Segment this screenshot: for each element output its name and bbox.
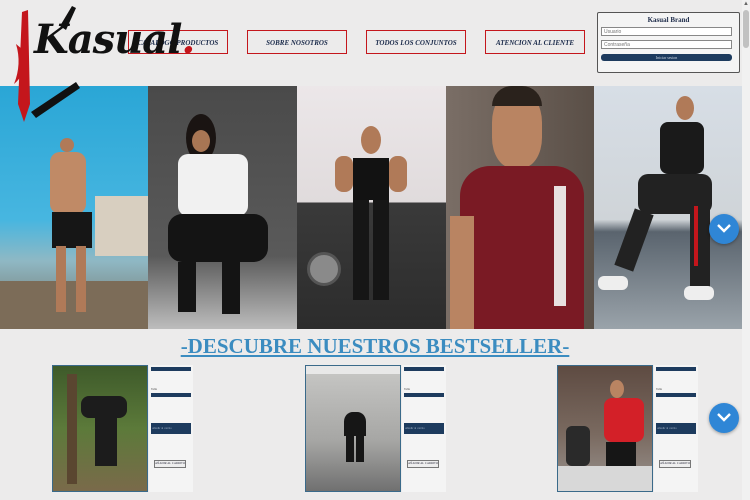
chevron-down-icon — [717, 413, 731, 422]
hero-photo-strip — [0, 86, 742, 329]
product-select-button[interactable]: Añadir al carrito — [656, 423, 696, 434]
product-mini-label: Talla — [656, 387, 662, 391]
hero-photo-2[interactable] — [148, 86, 297, 329]
add-to-cart-button[interactable]: AÑADIR AL CARRITO — [407, 460, 439, 468]
login-box: Kasual Brand Iniciar sesion — [597, 12, 740, 73]
product-price-bar — [151, 393, 191, 397]
product-mini-label: Talla — [151, 387, 157, 391]
nav-sobre-nosotros[interactable]: SOBRE NOSOTROS — [247, 30, 347, 54]
product-price-bar — [656, 393, 696, 397]
nav-atencion-al-cliente[interactable]: ATENCION AL CLIENTE — [485, 30, 585, 54]
header: Kasual. CATALOGO PRODUCTOS SOBRE NOSOTRO… — [0, 0, 742, 122]
product-image[interactable] — [305, 365, 401, 492]
hero-photo-1[interactable] — [0, 86, 148, 329]
password-field[interactable] — [601, 40, 732, 49]
product-panel: Talla Añadir al carrito AÑADIR AL CARRIT… — [402, 365, 446, 492]
product-select-button[interactable]: Añadir al carrito — [151, 423, 191, 434]
product-image[interactable] — [52, 365, 148, 492]
product-mini-label: Talla — [404, 387, 410, 391]
product-image[interactable] — [557, 365, 653, 492]
product-panel: Talla Añadir al carrito AÑADIR AL CARRIT… — [149, 365, 193, 492]
scroll-up-icon[interactable]: ▲ — [742, 0, 750, 8]
product-price-bar — [404, 393, 444, 397]
login-button[interactable]: Iniciar sesion — [601, 54, 732, 61]
username-field[interactable] — [601, 27, 732, 36]
logo-wordmark: Kasual. — [34, 16, 195, 63]
brand-logo[interactable]: Kasual. — [6, 4, 195, 122]
product-panel: Talla Añadir al carrito AÑADIR AL CARRIT… — [654, 365, 698, 492]
hero-photo-4[interactable] — [446, 86, 594, 329]
page-scrollbar[interactable]: ▲ — [742, 0, 750, 500]
nav-todos-los-conjuntos[interactable]: TODOS LOS CONJUNTOS — [366, 30, 466, 54]
product-name-bar — [151, 367, 191, 371]
product-name-bar — [656, 367, 696, 371]
bestseller-title[interactable]: -DESCUBRE NUESTROS BESTSELLER- — [0, 334, 750, 359]
scroll-thumb[interactable] — [743, 10, 749, 48]
carousel-next-button[interactable] — [709, 214, 739, 244]
product-name-bar — [404, 367, 444, 371]
add-to-cart-button[interactable]: AÑADIR AL CARRITO — [659, 460, 691, 468]
hero-photo-3[interactable] — [297, 86, 446, 329]
scroll-down-button[interactable] — [709, 403, 739, 433]
add-to-cart-button[interactable]: AÑADIR AL CARRITO — [154, 460, 186, 468]
chevron-down-icon — [717, 224, 731, 233]
product-select-button[interactable]: Añadir al carrito — [404, 423, 444, 434]
hero-photo-5[interactable] — [594, 86, 742, 329]
login-title: Kasual Brand — [647, 16, 690, 24]
